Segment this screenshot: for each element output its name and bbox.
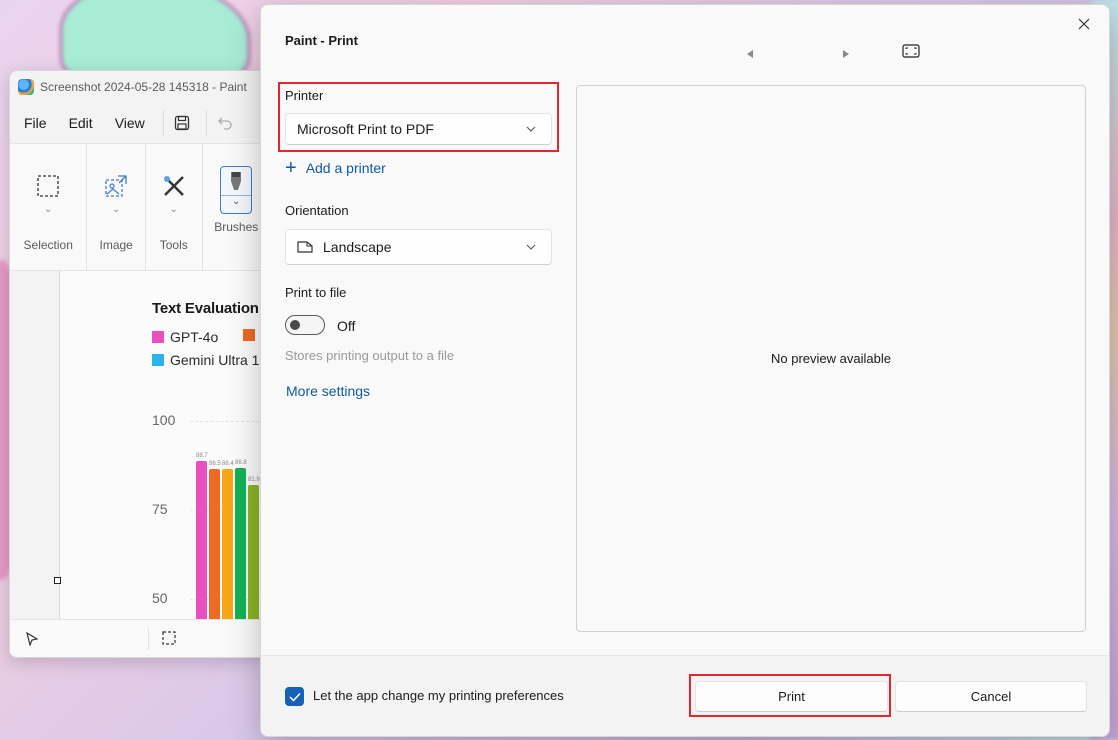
previous-page-button[interactable] [746,46,754,64]
chevron-down-icon: ⌄ [44,204,53,215]
ribbon-label: Image [99,238,133,252]
legend-item: GPT-4o [152,329,218,345]
print-button[interactable]: Print [695,681,888,712]
ribbon-group-selection[interactable]: ⌄ Selection [10,144,88,270]
paint-window: Screenshot 2024-05-28 145318 - Paint Fil… [9,70,271,658]
legend-swatch [152,354,164,366]
legend-label: Gemini Ultra 1. [170,352,264,368]
tools-icon [160,172,188,200]
save-icon[interactable] [174,115,190,131]
brush-icon [231,172,242,190]
orientation-select[interactable]: Landscape [285,229,552,265]
ribbon-label: Brushes [214,220,259,234]
paint-statusbar [10,619,270,657]
chevron-down-icon: ⌄ [221,195,252,207]
bar-value-label: 86.4 [222,461,234,468]
legend-swatch [152,331,164,343]
bar-value-label: 81.9 [248,477,260,484]
printer-value: Microsoft Print to PDF [297,121,434,137]
print-dialog: Paint - Print Printer Microsoft Print to… [260,4,1110,737]
bar-value-label: 86.5 [209,461,221,468]
chevron-down-icon: ⌄ [111,204,121,215]
chart-title: Text Evaluation [152,300,259,317]
dialog-footer: Let the app change my printing preferenc… [261,655,1109,736]
legend-item: Gemini Ultra 1. [152,352,263,368]
menu-view[interactable]: View [115,115,145,131]
image-resize-icon [102,172,130,200]
legend-swatch [243,329,255,341]
dialog-title: Paint - Print [285,33,358,48]
pointer-icon [26,631,39,651]
canvas-area: Text Evaluation GPT-4o Gemini Ultra 1. 1… [10,271,270,621]
y-tick-label: 50 [152,590,168,606]
paint-window-title: Screenshot 2024-05-28 145318 - Paint [40,80,247,94]
fit-page-icon [902,44,920,58]
ribbon-label: Tools [159,238,188,252]
legend-label: GPT-4o [170,329,219,345]
toggle-state-text: Off [337,318,356,334]
legend-item [243,329,261,341]
menu-separator [205,110,207,136]
close-icon [1078,18,1090,30]
canvas-resize-handle[interactable] [54,577,61,584]
cancel-button[interactable]: Cancel [895,681,1087,712]
paint-app-icon [18,79,34,95]
selection-icon [34,172,62,200]
gridline [190,421,270,422]
selection-size-icon [162,631,176,650]
printer-select[interactable]: Microsoft Print to PDF [285,113,552,145]
bar [222,469,233,621]
printer-label: Printer [285,88,324,103]
print-to-file-toggle[interactable] [285,315,325,335]
orientation-label: Orientation [285,203,349,218]
menu-file[interactable]: File [24,115,47,131]
preferences-checkbox[interactable] [285,687,304,706]
toggle-knob [290,320,300,330]
paint-ribbon: ⌄ Selection ⌄ Image ⌄ Tools ⌄ Brushes [10,143,270,271]
print-to-file-hint: Stores printing output to a file [285,348,455,363]
print-preview: No preview available [576,85,1086,632]
close-button[interactable] [1073,13,1095,35]
paint-titlebar: Screenshot 2024-05-28 145318 - Paint [10,71,270,103]
y-tick-label: 100 [152,412,176,428]
bar [248,485,259,621]
bar-value-label: 88.7 [196,453,208,460]
ribbon-group-tools[interactable]: ⌄ Tools [146,144,203,270]
chevron-down-icon [526,126,536,132]
statusbar-separator [148,628,149,650]
plus-icon: + [285,157,297,179]
landscape-page-icon [297,241,313,253]
ribbon-label: Selection [23,238,73,252]
fit-to-page-button[interactable] [902,44,920,63]
more-settings-link[interactable]: More settings [286,383,370,399]
triangle-right-icon [843,50,849,58]
bar-value-label: 86.8 [235,459,247,466]
undo-icon[interactable] [217,115,233,131]
y-tick-label: 75 [152,501,168,517]
checkmark-icon [288,692,301,702]
brush-button[interactable]: ⌄ [220,166,253,214]
preferences-checkbox-label: Let the app change my printing preferenc… [313,688,564,703]
next-page-button[interactable] [842,46,850,64]
chevron-down-icon [526,244,536,250]
menu-separator [162,110,164,136]
bar [235,467,246,621]
preview-message: No preview available [771,351,891,366]
orientation-value: Landscape [323,239,392,255]
canvas[interactable]: Text Evaluation GPT-4o Gemini Ultra 1. 1… [59,271,270,621]
add-printer-label: Add a printer [305,160,386,176]
add-printer-link[interactable]: + Add a printer [285,157,386,179]
menu-edit[interactable]: Edit [69,115,93,131]
paint-menubar: File Edit View [10,103,270,143]
ribbon-group-image[interactable]: ⌄ Image [87,144,146,270]
triangle-left-icon [747,50,753,58]
print-to-file-label: Print to file [285,285,347,300]
bar [209,469,220,621]
chevron-down-icon: ⌄ [169,204,178,215]
bar [196,461,207,621]
